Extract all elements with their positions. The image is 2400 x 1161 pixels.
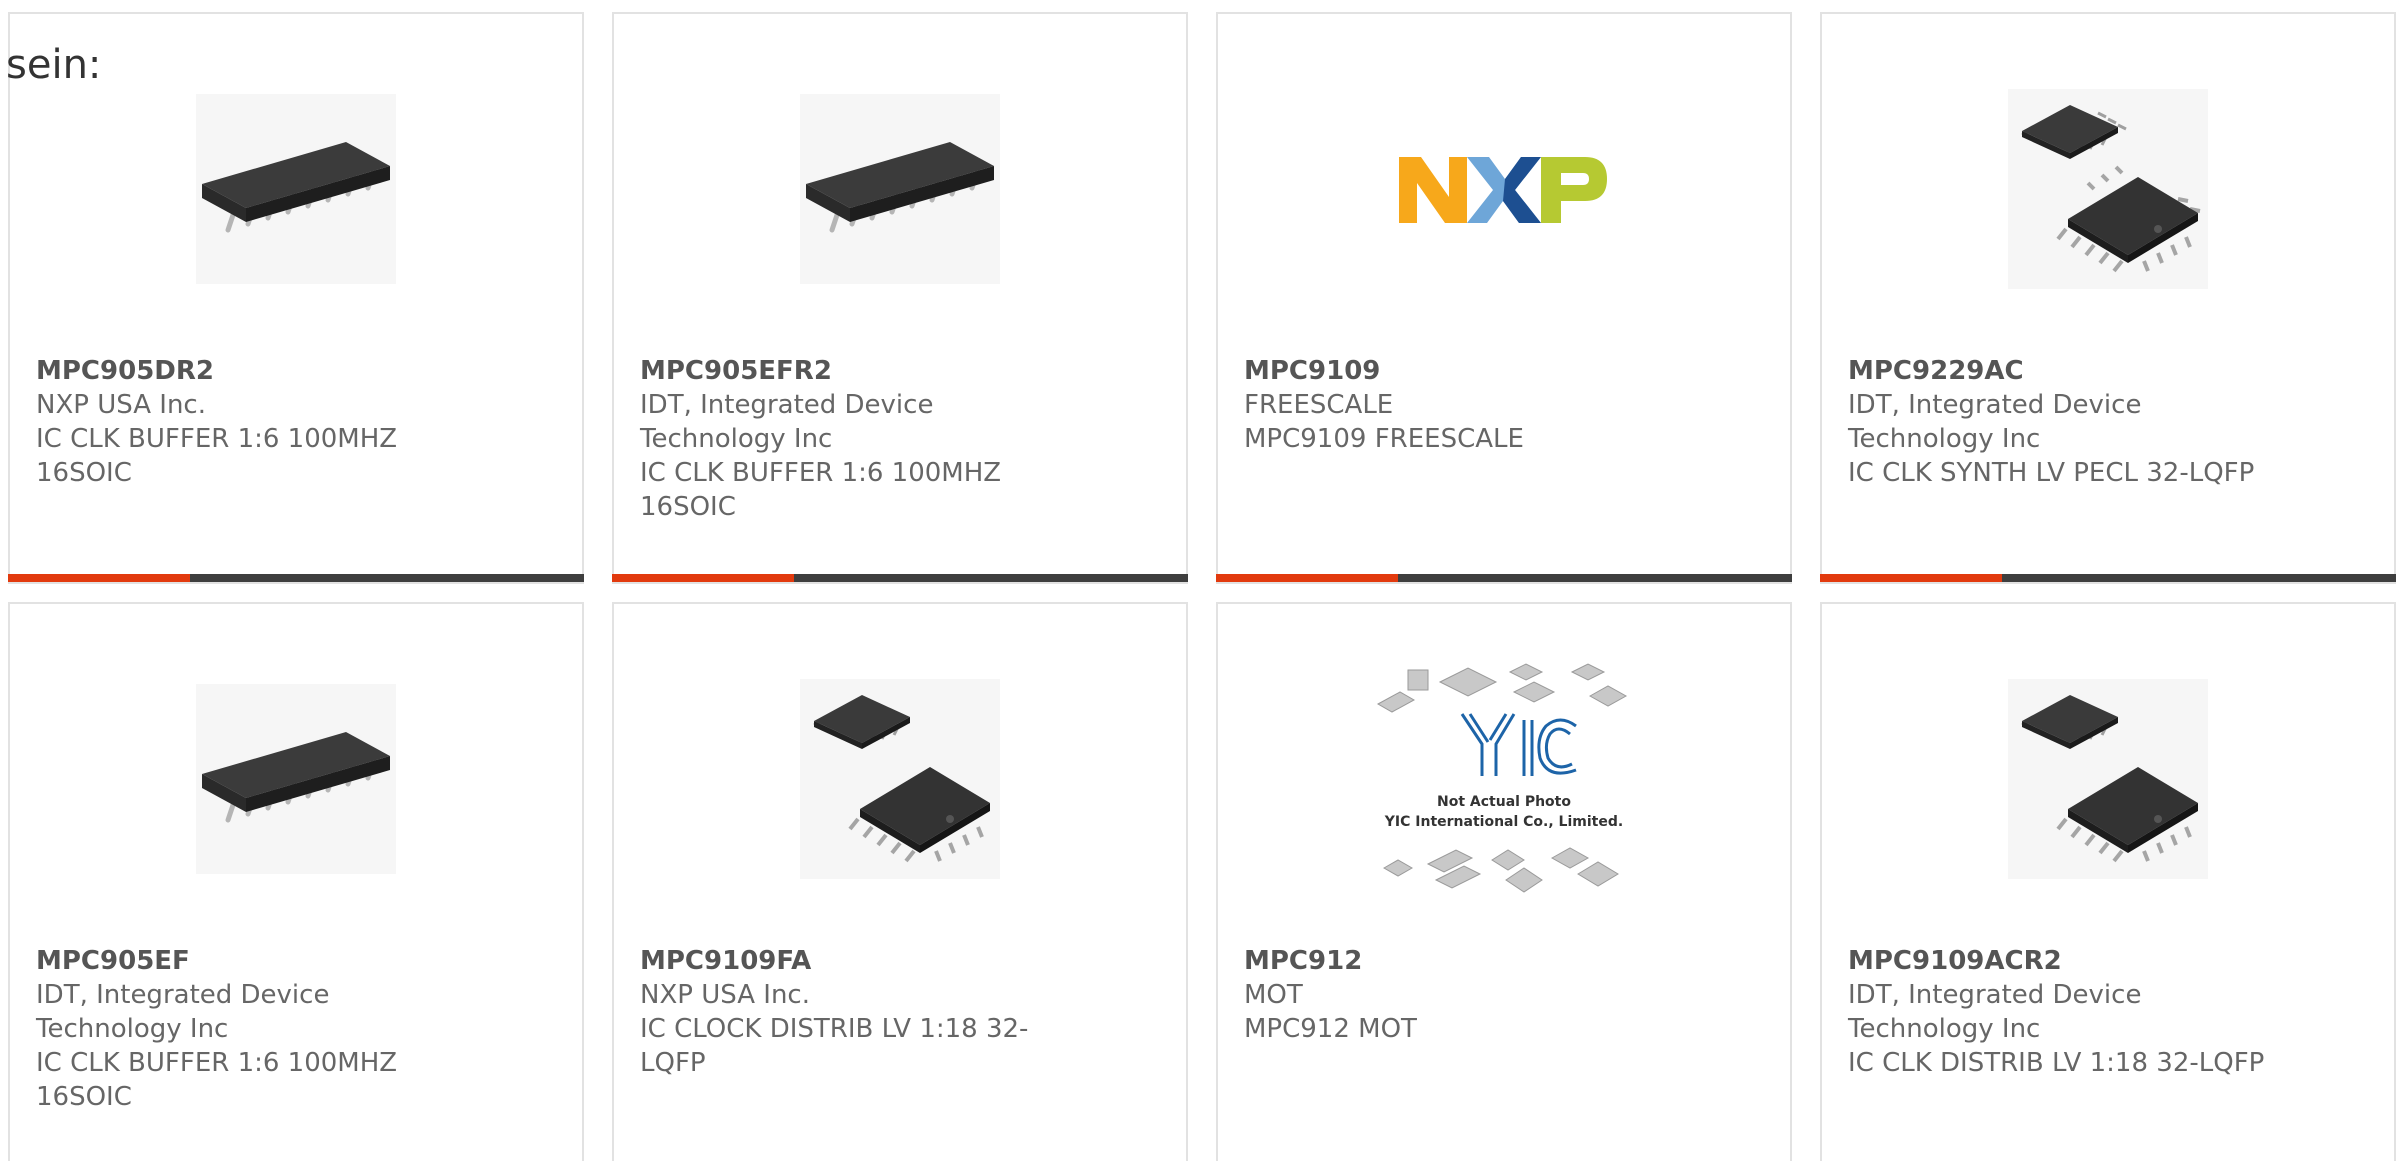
card-accent-bar: [1820, 574, 2002, 582]
description: IC CLK BUFFER 1:6 100MHZ 16SOIC: [36, 1048, 398, 1112]
nxp-logo-icon: [1399, 157, 1607, 223]
part-number[interactable]: MPC905EF: [36, 944, 456, 978]
nxp-logo-image[interactable]: [1218, 54, 1790, 324]
part-number[interactable]: MPC905DR2: [36, 354, 456, 388]
manufacturer: NXP USA Inc.: [640, 980, 810, 1010]
placeholder-caption-2: YIC International Co., Limited.: [1384, 814, 1623, 830]
description: IC CLOCK DISTRIB LV 1:18 32-LQFP: [640, 1014, 1029, 1078]
product-card[interactable]: MPC905DR2 NXP USA Inc. IC CLK BUFFER 1:6…: [8, 12, 584, 584]
lqfp-chip-image[interactable]: [1822, 644, 2394, 914]
product-card[interactable]: MPC9109FA NXP USA Inc. IC CLOCK DISTRIB …: [612, 602, 1188, 1161]
product-card[interactable]: MPC9109 FREESCALE MPC9109 FREESCALE: [1216, 12, 1792, 584]
placeholder-caption-1: Not Actual Photo: [1437, 794, 1571, 810]
lqfp-chip-image[interactable]: [1822, 54, 2394, 324]
card-bottom-bar: [8, 574, 584, 582]
manufacturer: IDT, Integrated Device Technology Inc: [640, 390, 934, 454]
product-grid-page: sein: MPC905DR2 NXP USA Inc. IC CLK BUFF…: [0, 0, 2400, 1161]
card-accent-bar: [8, 574, 190, 582]
manufacturer: IDT, Integrated Device Technology Inc: [1848, 980, 2142, 1044]
product-card[interactable]: Not Actual Photo YIC International Co., …: [1216, 602, 1792, 1161]
description: IC CLK BUFFER 1:6 100MHZ 16SOIC: [36, 424, 398, 488]
card-bottom-bar: [612, 574, 1188, 582]
description: IC CLK SYNTH LV PECL 32-LQFP: [1848, 458, 2255, 488]
soic-chip-image[interactable]: [614, 54, 1186, 324]
soic-chip-image[interactable]: [10, 644, 582, 914]
card-accent-bar: [1216, 574, 1398, 582]
part-number[interactable]: MPC9109: [1244, 354, 1664, 388]
part-number[interactable]: MPC9109ACR2: [1848, 944, 2268, 978]
placeholder-image[interactable]: Not Actual Photo YIC International Co., …: [1218, 644, 1790, 914]
manufacturer: MOT: [1244, 980, 1303, 1010]
product-card[interactable]: MPC9229AC IDT, Integrated Device Technol…: [1820, 12, 2396, 584]
description: IC CLK BUFFER 1:6 100MHZ 16SOIC: [640, 458, 1002, 522]
description: MPC9109 FREESCALE: [1244, 424, 1524, 454]
card-bottom-bar: [1216, 574, 1792, 582]
description: MPC912 MOT: [1244, 1014, 1417, 1044]
part-number[interactable]: MPC905EFR2: [640, 354, 1060, 388]
manufacturer: IDT, Integrated Device Technology Inc: [36, 980, 330, 1044]
part-number[interactable]: MPC9229AC: [1848, 354, 2268, 388]
manufacturer: NXP USA Inc.: [36, 390, 206, 420]
prefix-text: sein:: [6, 42, 102, 88]
product-card[interactable]: MPC905EF IDT, Integrated Device Technolo…: [8, 602, 584, 1161]
product-card[interactable]: MPC9109ACR2 IDT, Integrated Device Techn…: [1820, 602, 2396, 1161]
part-number[interactable]: MPC9109FA: [640, 944, 1060, 978]
manufacturer: IDT, Integrated Device Technology Inc: [1848, 390, 2142, 454]
part-number[interactable]: MPC912: [1244, 944, 1664, 978]
card-bottom-bar: [1820, 574, 2396, 582]
lqfp-chip-image[interactable]: [614, 644, 1186, 914]
description: IC CLK DISTRIB LV 1:18 32-LQFP: [1848, 1048, 2265, 1078]
card-accent-bar: [612, 574, 794, 582]
product-card[interactable]: MPC905EFR2 IDT, Integrated Device Techno…: [612, 12, 1188, 584]
soic-chip-image[interactable]: [10, 54, 582, 324]
manufacturer: FREESCALE: [1244, 390, 1394, 420]
